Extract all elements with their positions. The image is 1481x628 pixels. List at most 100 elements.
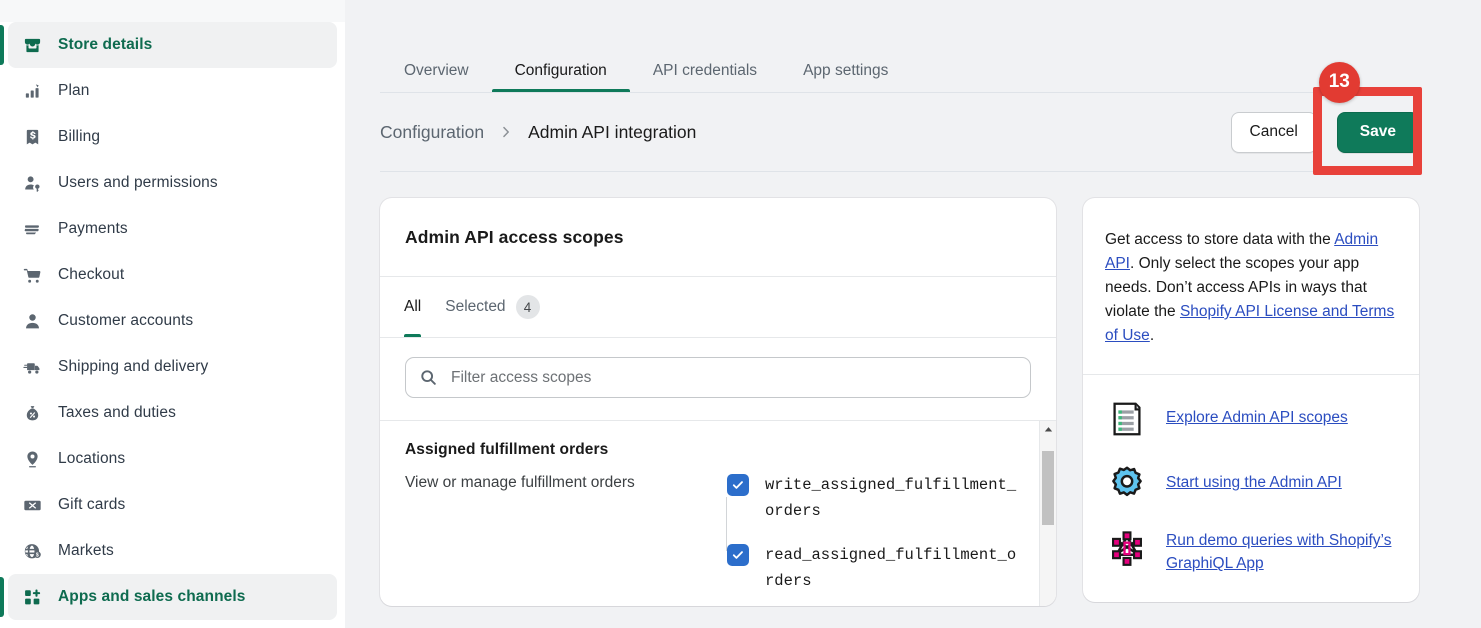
sidebar-item-billing[interactable]: Billing [8, 114, 337, 160]
run-demo-queries-graphiql-link[interactable]: Run demo queries with Shopify’s GraphiQL… [1166, 527, 1397, 576]
scope-group-title: Assigned fulfillment orders [405, 441, 609, 458]
sidebar-item-label: Taxes and duties [58, 404, 176, 421]
info-text-part1: Get access to store data with the [1105, 231, 1335, 248]
sidebar-item-label: Checkout [58, 266, 125, 283]
info-text-part3: . [1149, 327, 1155, 345]
filter-access-scopes-field[interactable]: Filter access scopes [405, 357, 1031, 398]
sidebar-item-apps-and-sales-channels[interactable]: Apps and sales channels [0, 574, 337, 620]
tab-api-credentials[interactable]: API credentials [630, 61, 780, 93]
subtab-label: Selected [445, 298, 506, 315]
admin-api-info-card: Get access to store data with the Admin … [1083, 198, 1419, 602]
checkbox-row-read-assigned-fulfillment-orders[interactable]: read_assigned_fulfillment_orders [727, 543, 1031, 594]
cancel-button[interactable]: Cancel [1230, 111, 1317, 153]
app-window: Store details Plan Billing Users and per… [0, 0, 1481, 628]
plan-chart-icon [22, 81, 42, 101]
filter-wrapper: Filter access scopes [380, 338, 1056, 420]
checkbox-label: write_assigned_fulfillment_orders [765, 476, 1017, 520]
tab-app-settings[interactable]: App settings [780, 62, 911, 93]
sidebar-item-checkout[interactable]: Checkout [8, 252, 337, 298]
subtab-label: All [404, 298, 422, 315]
admin-api-access-scopes-card: Admin API access scopes All Selected 4 F… [380, 198, 1056, 606]
gear-icon [1105, 462, 1149, 506]
card-title: Admin API access scopes [405, 227, 624, 247]
sidebar-item-label: Payments [58, 220, 128, 237]
selected-count-badge: 4 [515, 295, 540, 319]
checkbox-row-write-assigned-fulfillment-orders[interactable]: write_assigned_fulfillment_orders [727, 473, 1031, 524]
chevron-right-icon [499, 125, 513, 139]
svg-text:$: $ [35, 552, 38, 558]
sidebar-item-store-details[interactable]: Store details [0, 22, 337, 68]
person-icon [22, 311, 42, 331]
tab-label: Configuration [514, 61, 607, 79]
scope-row: View or manage fulfillment orders write_… [405, 473, 1031, 594]
left-column: Admin API access scopes All Selected 4 F… [380, 198, 1056, 606]
sidebar-item-label: Apps and sales channels [58, 588, 246, 605]
sidebar-nav-list: Store details Plan Billing Users and per… [0, 22, 345, 628]
sidebar-item-label: Customer accounts [58, 312, 194, 329]
main-inner: Overview Configuration API credentials A… [345, 0, 1481, 606]
sidebar-item-label: Plan [58, 82, 90, 99]
sidebar-item-label: Store details [58, 36, 153, 53]
sidebar-item-label: Billing [58, 128, 101, 145]
start-using-admin-api-link[interactable]: Start using the Admin API [1166, 462, 1342, 494]
cart-icon [22, 265, 42, 285]
link-row-start-using: Start using the Admin API [1105, 462, 1397, 506]
sidebar-item-label: Markets [58, 542, 114, 559]
breadcrumb-action-bar: Configuration Admin API integration Canc… [380, 61, 1422, 175]
explore-admin-api-scopes-link[interactable]: Explore Admin API scopes [1166, 397, 1348, 429]
link-row-graphiql: Run demo queries with Shopify’s GraphiQL… [1105, 527, 1397, 576]
scope-group-assigned-fulfillment-orders: Assigned fulfillment orders View or mana… [380, 421, 1056, 594]
save-button-wrapper: Save 13 [1312, 61, 1422, 175]
checkbox-label: read_assigned_fulfillment_orders [765, 546, 1017, 590]
filter-placeholder: Filter access scopes [451, 368, 592, 386]
sidebar-item-label: Users and permissions [58, 174, 218, 191]
graphql-icon [1105, 527, 1149, 571]
globe-icon: $ [22, 541, 42, 561]
store-icon [22, 35, 42, 55]
search-icon [420, 369, 437, 386]
scope-list-scrollbar[interactable] [1039, 421, 1056, 606]
tab-label: Overview [404, 61, 469, 79]
breadcrumb-current: Admin API integration [528, 121, 697, 142]
sidebar-item-users-and-permissions[interactable]: Users and permissions [8, 160, 337, 206]
scrollbar-up-arrow-icon[interactable] [1040, 421, 1056, 438]
settings-sidebar: Store details Plan Billing Users and per… [0, 0, 345, 628]
scope-description: View or manage fulfillment orders [405, 474, 635, 491]
link-row-explore-scopes: Explore Admin API scopes [1105, 397, 1397, 441]
users-icon [22, 173, 42, 193]
tab-configuration[interactable]: Configuration [491, 61, 631, 93]
scope-subtabs: All Selected 4 [380, 277, 1056, 337]
sidebar-item-shipping-and-delivery[interactable]: Shipping and delivery [8, 344, 337, 390]
sidebar-top-strip [0, 0, 345, 22]
content-columns: Admin API access scopes All Selected 4 F… [380, 172, 1419, 606]
right-column: Get access to store data with the Admin … [1083, 198, 1419, 606]
action-buttons: Cancel Save 13 [1230, 61, 1422, 175]
sidebar-item-taxes-and-duties[interactable]: Taxes and duties [8, 390, 337, 436]
checkbox-checked[interactable] [727, 544, 749, 567]
sidebar-item-partial-next[interactable] [8, 620, 337, 628]
gift-card-icon [22, 495, 42, 515]
save-button[interactable]: Save [1336, 111, 1419, 153]
truck-icon [22, 357, 42, 377]
scrollbar-thumb[interactable] [1042, 451, 1054, 525]
subtab-selected[interactable]: Selected 4 [433, 277, 551, 337]
info-card-links: Explore Admin API scopes Start using the… [1083, 375, 1419, 602]
sidebar-item-payments[interactable]: Payments [8, 206, 337, 252]
scope-checkbox-list: write_assigned_fulfillment_orders read_a… [715, 473, 1031, 594]
location-pin-icon [22, 449, 42, 469]
apps-grid-icon [22, 587, 42, 607]
info-card-body: Get access to store data with the Admin … [1083, 198, 1419, 374]
breadcrumb-parent-link[interactable]: Configuration [380, 122, 484, 143]
info-paragraph: Get access to store data with the Admin … [1105, 228, 1397, 348]
subtab-all[interactable]: All [392, 277, 433, 337]
sidebar-item-markets[interactable]: $ Markets [8, 528, 337, 574]
tab-overview[interactable]: Overview [381, 61, 492, 93]
sidebar-item-locations[interactable]: Locations [8, 436, 337, 482]
sidebar-item-label: Locations [58, 450, 126, 467]
checkbox-checked[interactable] [727, 474, 749, 496]
tab-label: API credentials [652, 61, 758, 79]
sidebar-item-plan[interactable]: Plan [8, 68, 337, 114]
payments-icon [22, 219, 42, 239]
sidebar-item-customer-accounts[interactable]: Customer accounts [8, 298, 337, 344]
sidebar-item-gift-cards[interactable]: Gift cards [8, 482, 337, 528]
